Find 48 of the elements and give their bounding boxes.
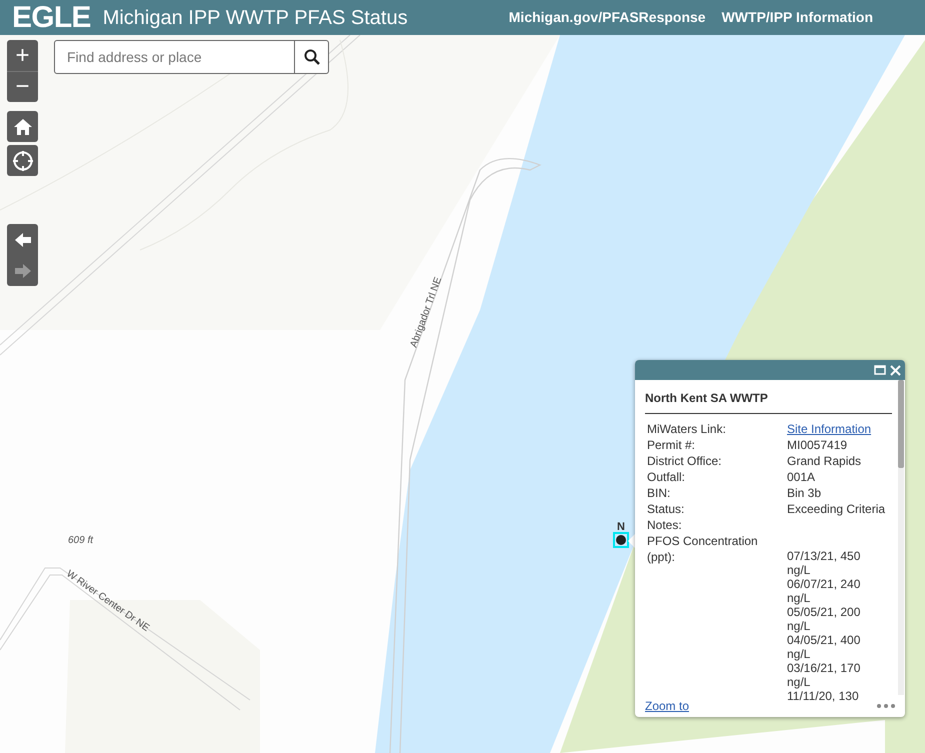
field-label: Status: xyxy=(647,501,686,517)
scrollbar[interactable] xyxy=(898,380,904,695)
field-value: Bin 3b xyxy=(787,485,822,501)
zoom-in-button[interactable]: + xyxy=(7,40,38,71)
field-value: Grand Rapids xyxy=(787,453,862,469)
app-title: Michigan IPP WWTP PFAS Status xyxy=(102,6,408,30)
home-icon xyxy=(12,118,32,136)
field-label: BIN: xyxy=(647,485,672,501)
field-label: Permit #: xyxy=(647,437,696,453)
search-field[interactable]: Find address or place xyxy=(54,40,295,74)
header-link[interactable]: Michigan.gov/PFASResponse xyxy=(508,7,706,28)
field-label: Outfall: xyxy=(647,469,686,485)
sample-unit: ng/L xyxy=(787,647,812,661)
field-label: PFOS Concentration (ppt): xyxy=(647,533,759,566)
search-icon xyxy=(304,49,320,65)
sample-unit: ng/L xyxy=(787,619,812,633)
sample-reading: 03/16/21, 170 xyxy=(787,661,860,675)
home-button[interactable] xyxy=(7,111,38,142)
sample-unit: ng/L xyxy=(787,563,812,577)
sample-unit: ng/L xyxy=(787,675,812,689)
more-options-icon[interactable] xyxy=(877,704,895,708)
back-button[interactable] xyxy=(7,224,38,255)
header-link[interactable]: WWTP/IPP Information xyxy=(722,7,873,28)
sample-reading: 06/07/21, 240 xyxy=(787,577,860,591)
locate-button[interactable] xyxy=(7,145,38,176)
site-information-link[interactable]: Site Information xyxy=(787,421,872,437)
field-label: MiWaters Link: xyxy=(647,421,727,437)
crosshair-icon xyxy=(12,150,34,172)
marker-label: N xyxy=(617,521,625,533)
close-icon[interactable] xyxy=(890,364,901,376)
map-marker[interactable] xyxy=(613,532,629,548)
sample-reading: 11/11/20, 130 xyxy=(787,689,860,703)
sample-reading: 05/05/21, 200 xyxy=(787,605,860,619)
field-value: MI0057419 xyxy=(787,437,848,453)
zoom-to-link[interactable]: Zoom to xyxy=(645,697,690,715)
elevation-label: 609 ft xyxy=(68,535,94,546)
field-label: District Office: xyxy=(647,453,722,469)
sample-reading: 04/05/21, 400 xyxy=(787,633,860,647)
sample-reading: 07/13/21, 450 xyxy=(787,549,860,563)
field-label: Notes: xyxy=(647,517,683,533)
logo: EGLE xyxy=(12,2,91,32)
zoom-out-button[interactable]: − xyxy=(7,71,38,102)
popup-title: North Kent SA WWTP xyxy=(645,389,892,414)
maximize-icon[interactable] xyxy=(874,365,886,375)
sample-unit: ng/L xyxy=(787,591,812,605)
field-value: Exceeding Criteria xyxy=(787,501,886,517)
field-value: 001A xyxy=(787,469,816,485)
search-button[interactable] xyxy=(295,40,329,74)
